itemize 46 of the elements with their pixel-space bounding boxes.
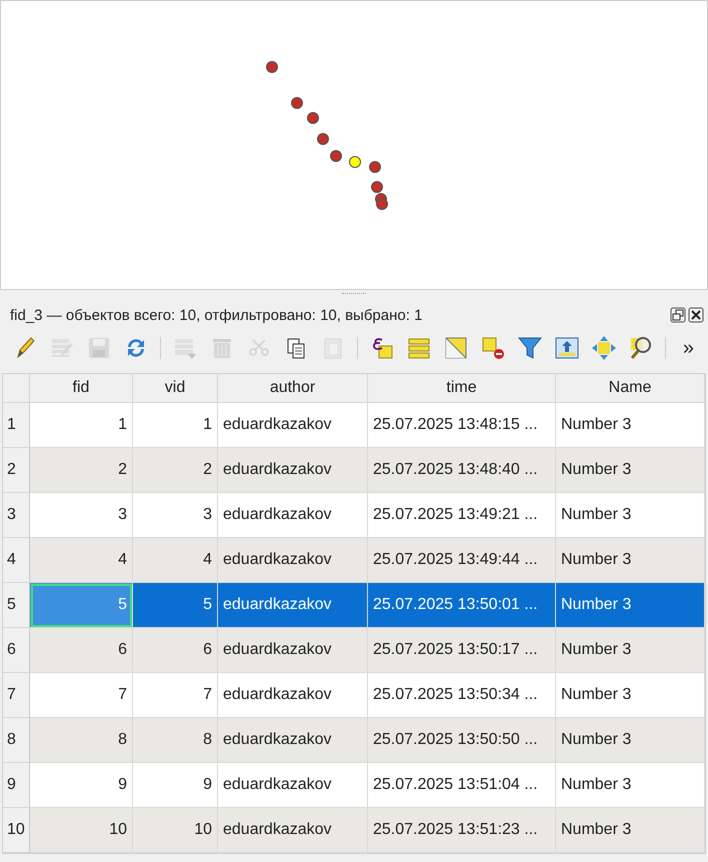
deselect-icon[interactable]	[480, 335, 506, 361]
table-row[interactable]: 1 1 1 eduardkazakov 25.07.2025 13:48:15 ... Number 3	[3, 403, 705, 448]
table-row[interactable]: 8 8 8 eduardkazakov 25.07.2025 13:50:50 ... Number 3	[3, 718, 705, 763]
column-header[interactable]: time	[368, 374, 556, 403]
filter-icon[interactable]	[517, 335, 543, 361]
row-header[interactable]: 8	[3, 718, 30, 763]
column-header[interactable]: author	[218, 374, 368, 403]
table-row[interactable]: 10 10 10 eduardkazakov 25.07.2025 13:51:23 ... Number 3	[3, 808, 705, 853]
row-header[interactable]: 7	[3, 673, 30, 718]
move-to-top-icon[interactable]	[554, 335, 580, 361]
table-cell: Number 3	[556, 583, 705, 628]
table-cell: Number 3	[556, 808, 705, 853]
column-header[interactable]: fid	[30, 374, 133, 403]
table-row[interactable]: 3 3 3 eduardkazakov 25.07.2025 13:49:21 ... Number 3	[3, 493, 705, 538]
row-header[interactable]: 6	[3, 628, 30, 673]
table-cell: eduardkazakov	[218, 808, 368, 853]
row-header[interactable]: 3	[3, 493, 30, 538]
table-row[interactable]: 9 9 9 eduardkazakov 25.07.2025 13:51:04 ... Number 3	[3, 763, 705, 808]
table-cell: 5	[133, 583, 218, 628]
row-header[interactable]: 1	[3, 403, 30, 448]
row-header[interactable]: 10	[3, 808, 30, 853]
row-header[interactable]: 5	[3, 583, 30, 628]
column-header[interactable]: vid	[133, 374, 218, 403]
table-row[interactable]: 5 5 5 eduardkazakov 25.07.2025 13:50:01 ... Number 3	[3, 583, 705, 628]
table-row[interactable]: 6 6 6 eduardkazakov 25.07.2025 13:50:17 ... Number 3	[3, 628, 705, 673]
table-row[interactable]: 7 7 7 eduardkazakov 25.07.2025 13:50:34 ... Number 3	[3, 673, 705, 718]
table-cell: 10	[30, 808, 133, 853]
column-header[interactable]: Name	[556, 374, 705, 403]
table-cell: 5	[30, 583, 133, 628]
table-cell: eduardkazakov	[218, 583, 368, 628]
splitter-handle[interactable]	[342, 292, 366, 296]
table-cell: 10	[133, 808, 218, 853]
table-cell: 25.07.2025 13:51:23 ...	[368, 808, 556, 853]
row-header[interactable]: 2	[3, 448, 30, 493]
invert-selection-icon[interactable]	[443, 335, 469, 361]
panel-title: fid_3 — объектов всего: 10, отфильтровано: 10, выбрано: 1	[10, 306, 422, 324]
more-tools-button[interactable]: »	[678, 336, 698, 360]
zoom-icon[interactable]	[628, 335, 654, 361]
float-icon[interactable]	[670, 307, 686, 323]
close-icon[interactable]	[688, 307, 704, 323]
table-row[interactable]: 4 4 4 eduardkazakov 25.07.2025 13:49:44 ... Number 3	[3, 538, 705, 583]
table-cell: 25.07.2025 13:50:01 ...	[368, 583, 556, 628]
row-header[interactable]: 9	[3, 763, 30, 808]
pan-icon[interactable]	[591, 335, 617, 361]
row-header[interactable]: 4	[3, 538, 30, 583]
table-row[interactable]: 2 2 2 eduardkazakov 25.07.2025 13:48:40 ... Number 3	[3, 448, 705, 493]
